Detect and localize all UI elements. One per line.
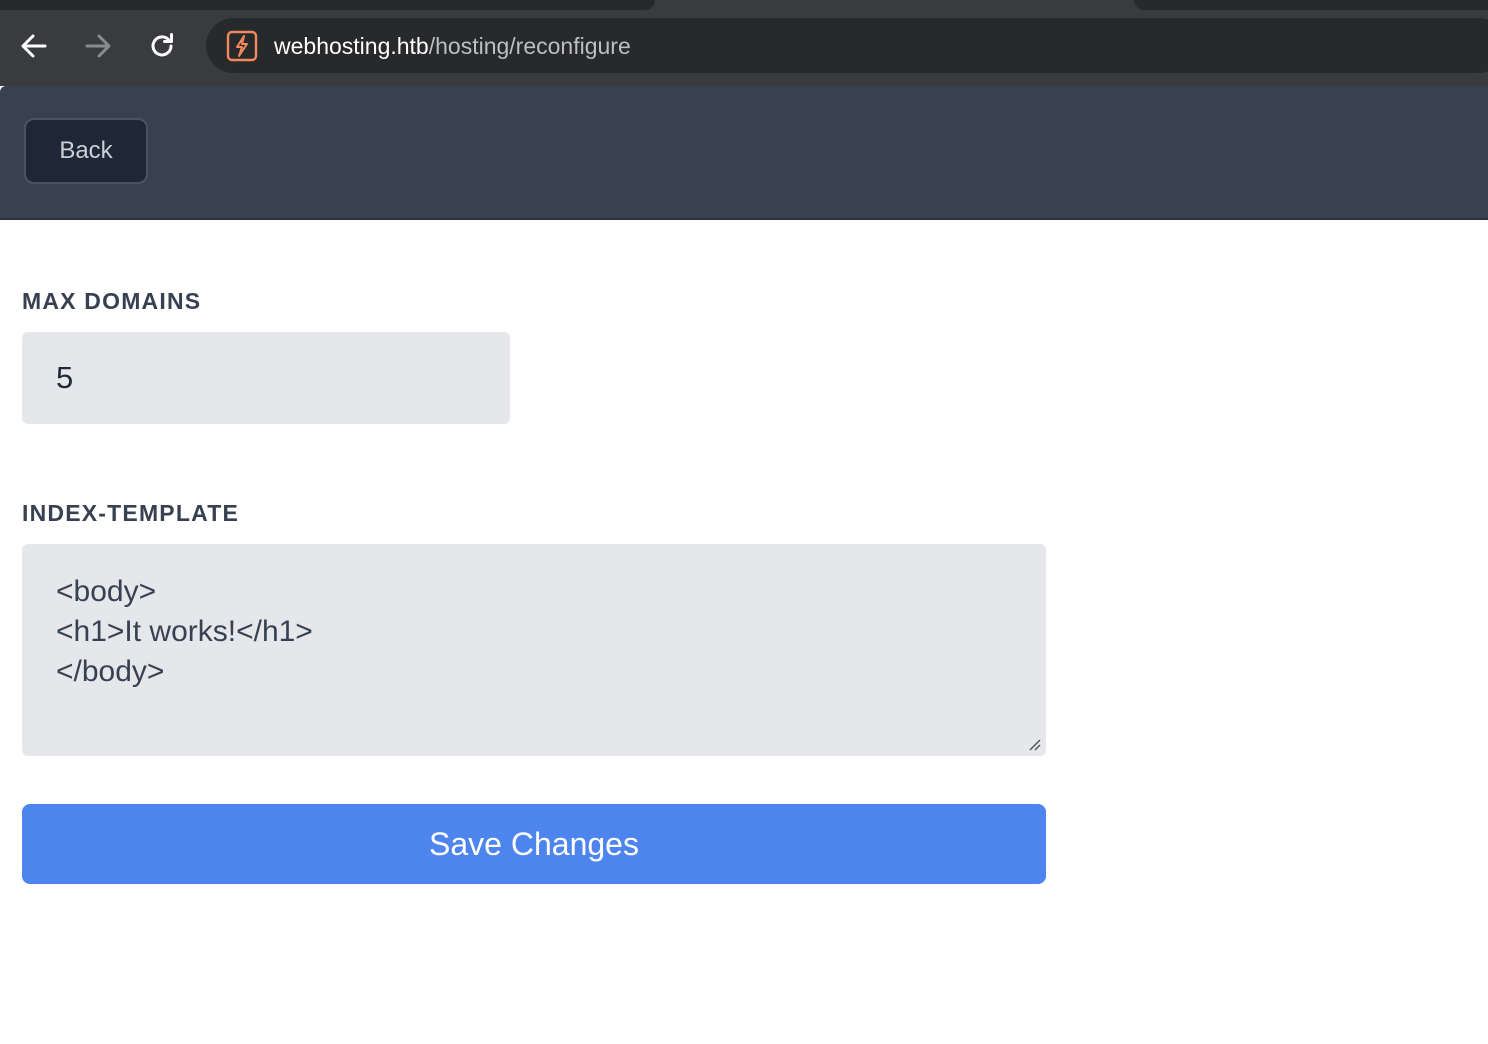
arrow-left-icon xyxy=(21,34,47,58)
max-domains-label: MAX DOMAINS xyxy=(22,288,202,314)
tab[interactable] xyxy=(1134,0,1488,10)
back-button[interactable]: Back xyxy=(24,118,148,184)
reload-button[interactable] xyxy=(142,26,182,66)
forward-nav-button[interactable] xyxy=(78,26,118,66)
arrow-right-icon xyxy=(85,34,111,58)
browser-chrome: webhosting.htb/hosting/reconfigure xyxy=(0,0,1488,86)
index-template-value: <body> <h1>It works!</h1> </body> xyxy=(56,575,313,688)
app-header: Back xyxy=(0,86,1488,220)
index-template-textarea[interactable]: <body> <h1>It works!</h1> </body> xyxy=(22,544,1046,756)
index-template-label: INDEX-TEMPLATE xyxy=(22,500,239,526)
address-bar[interactable]: webhosting.htb/hosting/reconfigure xyxy=(206,18,1488,73)
max-domains-input[interactable]: 5 xyxy=(22,332,510,424)
save-changes-button[interactable]: Save Changes xyxy=(22,804,1046,884)
reload-icon xyxy=(151,33,173,57)
resize-handle-icon[interactable] xyxy=(1026,736,1042,752)
tab[interactable] xyxy=(0,0,655,10)
url-host: webhosting.htb xyxy=(274,33,429,59)
url-text[interactable]: webhosting.htb/hosting/reconfigure xyxy=(274,32,631,60)
bolt-icon[interactable] xyxy=(226,30,258,62)
url-path: /hosting/reconfigure xyxy=(428,33,631,59)
back-nav-button[interactable] xyxy=(14,26,54,66)
